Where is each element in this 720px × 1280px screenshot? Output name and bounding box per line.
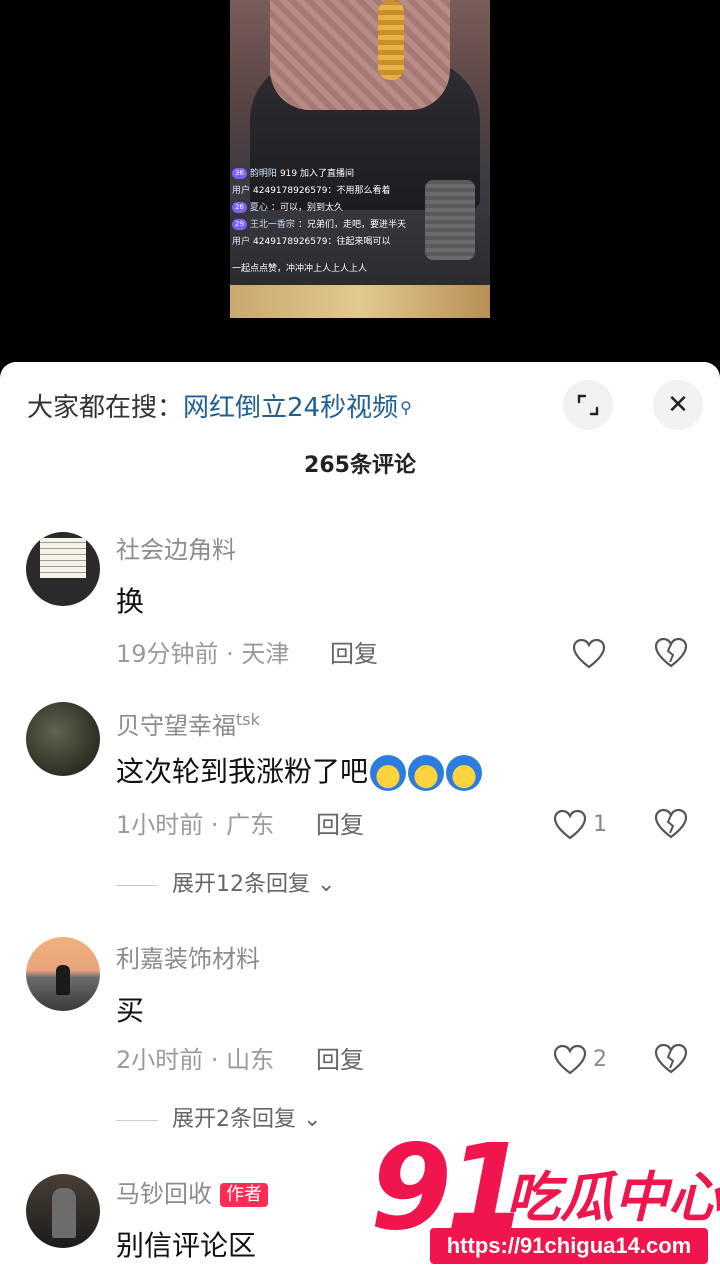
stream-corn [378, 0, 404, 80]
expand-replies-button[interactable]: 展开12条回复 ⌄ [116, 870, 335, 900]
level-badge: 29 [232, 219, 247, 230]
expand-button[interactable] [563, 380, 613, 430]
heart-icon [553, 1044, 587, 1075]
chat-text: 一起点点赞，冲冲冲上人上人上人 [232, 264, 368, 274]
reply-button[interactable]: 回复 [316, 808, 364, 842]
chat-text: 4249178926579：不用那么看着 [253, 186, 391, 196]
chat-name: 用户 [232, 237, 251, 247]
divider-line [116, 1119, 158, 1121]
watermark-url: https://91chigua14.com [430, 1228, 708, 1264]
chat-name: 王北一香宗 [249, 220, 295, 230]
like-count: 2 [593, 1047, 607, 1072]
author-badge: 作者 [220, 1183, 268, 1207]
like-button[interactable] [572, 637, 608, 671]
chat-line: 29 王北一香宗 ：兄弟们，走吧，要进半天 [232, 217, 482, 234]
chat-line: 用户 4249178926579：往起来喝可以 [232, 234, 482, 251]
like-button[interactable] [553, 1043, 589, 1077]
trending-search-label: 大家都在搜： [27, 393, 184, 423]
avatar[interactable] [26, 937, 100, 1011]
avatar-image [52, 1188, 76, 1238]
like-count: 1 [593, 812, 607, 837]
chat-name: 用户 [232, 186, 251, 196]
comment-meta: 19分钟前 · 天津 [116, 640, 290, 668]
reply-button[interactable]: 回复 [316, 1043, 364, 1077]
chat-text: 4249178926579：往起来喝可以 [253, 237, 391, 247]
trending-search-term[interactable]: 网红倒立24秒视频 [183, 393, 398, 423]
comment-text-body: 这次轮到我涨粉了吧 [116, 755, 369, 788]
expand-icon [577, 394, 599, 416]
stream-figure-sweater [270, 0, 450, 110]
comment-count: 265条评论 [304, 453, 416, 478]
comment-meta: 1小时前 · 广东 [116, 811, 275, 839]
comment-username[interactable]: 利嘉装饰材料 [116, 943, 260, 975]
like-button[interactable] [553, 808, 589, 842]
chat-line: 36 韵明阳 919 加入了直播间 [232, 166, 482, 183]
username-text: 贝守望幸福 [116, 712, 236, 740]
chevron-down-icon: ⌄ [317, 872, 336, 897]
comment-meta: 2小时前 · 山东 [116, 1046, 275, 1074]
comment-text: 别信评论区 [116, 1229, 257, 1262]
comment-text: 换 [116, 585, 145, 618]
broken-heart-icon [654, 637, 688, 668]
site-watermark: 91 吃瓜中心 https://91chigua14.com [370, 1128, 720, 1280]
avatar[interactable] [26, 532, 100, 606]
search-icon: ⚲ [400, 398, 412, 417]
expand-replies-button[interactable]: 展开2条回复 ⌄ [116, 1105, 321, 1135]
username-suffix: tsk [236, 710, 260, 729]
chat-name: 韵明阳 [249, 169, 277, 179]
level-badge: 26 [232, 202, 247, 213]
dislike-button[interactable] [654, 637, 690, 671]
heart-icon [572, 638, 606, 669]
chat-line: 用户 4249178926579：不用那么看着 [232, 183, 482, 200]
emoji-icon [408, 755, 445, 791]
close-icon: ✕ [667, 390, 689, 420]
reply-button[interactable]: 回复 [330, 637, 378, 671]
chat-text: 919 加入了直播间 [279, 169, 354, 179]
emoji-icon [370, 755, 407, 791]
expand-replies-label: 展开2条回复 [172, 1107, 296, 1132]
comment-text: 这次轮到我涨粉了吧 [116, 752, 483, 792]
live-chat: 36 韵明阳 919 加入了直播间 用户 4249178926579：不用那么看着 2… [232, 166, 482, 278]
chat-line: 一起点点赞，冲冲冲上人上人上人 [232, 261, 482, 278]
comment-text: 买 [116, 994, 145, 1027]
comment-username[interactable]: 马钞回收 作者 [116, 1178, 268, 1210]
trending-search[interactable]: 大家都在搜：网红倒立24秒视频 ⚲ [27, 388, 412, 428]
live-stream-frame[interactable]: 36 韵明阳 919 加入了直播间 用户 4249178926579：不用那么看着 2… [230, 0, 490, 318]
divider-line [116, 884, 158, 886]
chat-name: 夏心 [249, 203, 268, 213]
close-button[interactable]: ✕ [653, 380, 703, 430]
avatar-image [56, 965, 70, 995]
video-player[interactable]: 36 韵明阳 919 加入了直播间 用户 4249178926579：不用那么看着 2… [0, 0, 720, 362]
chat-line: 26 夏心 ：可以，别到太久 [232, 200, 482, 217]
level-badge: 36 [232, 168, 247, 179]
comment-username[interactable]: 贝守望幸福tsk [116, 704, 260, 742]
dislike-button[interactable] [654, 1043, 690, 1077]
avatar[interactable] [26, 1174, 100, 1248]
stream-floor [230, 285, 490, 318]
broken-heart-icon [654, 808, 688, 839]
avatar[interactable] [26, 702, 100, 776]
chat-text: ：兄弟们，走吧，要进半天 [297, 220, 406, 230]
heart-icon [553, 809, 587, 840]
emoji-icon [446, 755, 483, 791]
watermark-text: 吃瓜中心 [506, 1166, 720, 1229]
avatar-image [40, 538, 86, 578]
username-text: 马钞回收 [116, 1180, 212, 1208]
chat-text: ：可以，别到太久 [270, 203, 343, 213]
broken-heart-icon [654, 1043, 688, 1074]
dislike-button[interactable] [654, 808, 690, 842]
chevron-down-icon: ⌄ [303, 1107, 322, 1132]
comment-username[interactable]: 社会边角料 [116, 534, 236, 566]
expand-replies-label: 展开12条回复 [172, 872, 310, 897]
